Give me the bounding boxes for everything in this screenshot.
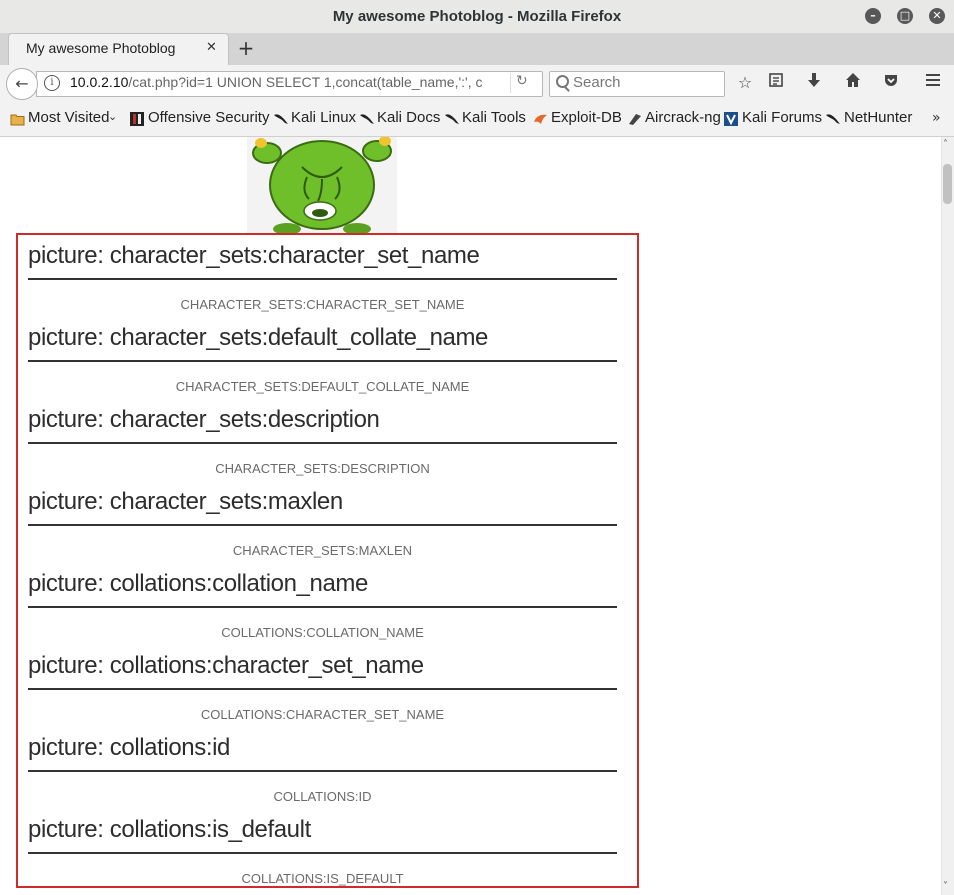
kali-forums-icon: [724, 111, 738, 126]
picture-title[interactable]: picture: character_sets:character_set_na…: [28, 240, 617, 280]
picture-caption: COLLATIONS:IS_DEFAULT: [241, 871, 404, 886]
close-window-icon[interactable]: ✕: [929, 8, 945, 24]
picture-caption: COLLATIONS:CHARACTER_SET_NAME: [200, 707, 445, 722]
bookmark-offensive-security[interactable]: Offensive Security: [148, 109, 269, 126]
bookmark-aircrack-ng[interactable]: Aircrack-ng: [645, 109, 721, 126]
kali-dragon-icon: [444, 111, 459, 125]
picture-title[interactable]: picture: collations:id: [28, 732, 617, 772]
back-icon[interactable]: ←: [6, 68, 38, 100]
pocket-icon[interactable]: [880, 72, 902, 94]
site-info-icon[interactable]: i: [44, 75, 60, 91]
picture-title[interactable]: picture: collations:character_set_name: [28, 650, 617, 690]
offsec-icon: [130, 111, 144, 126]
cthulhu-image: [247, 136, 397, 235]
window-title: My awesome Photoblog - Mozilla Firefox: [332, 8, 622, 25]
bookmark-most-visited[interactable]: Most Visited: [28, 109, 109, 126]
search-placeholder: Search: [573, 74, 621, 91]
picture-caption: CHARACTER_SETS:CHARACTER_SET_NAME: [180, 297, 465, 312]
tab-title: My awesome Photoblog: [26, 40, 176, 56]
chevron-down-icon[interactable]: ⌄: [108, 110, 117, 123]
home-icon[interactable]: [842, 72, 864, 94]
search-icon: [556, 75, 569, 88]
minimize-icon[interactable]: –: [865, 8, 881, 24]
bookmark-nethunter[interactable]: NetHunter: [844, 109, 912, 126]
kali-dragon-icon: [359, 111, 374, 125]
maximize-icon[interactable]: □: [897, 8, 913, 24]
picture-caption: COLLATIONS:COLLATION_NAME: [221, 625, 424, 640]
picture-caption: CHARACTER_SETS:DESCRIPTION: [215, 461, 430, 476]
url-separator: [510, 73, 511, 93]
picture-caption: CHARACTER_SETS:MAXLEN: [232, 543, 413, 558]
bookmark-kali-docs[interactable]: Kali Docs: [377, 109, 440, 126]
tab-close-icon[interactable]: ✕: [206, 40, 217, 55]
new-tab-icon[interactable]: +: [236, 36, 256, 60]
picture-title[interactable]: picture: character_sets:default_collate_…: [28, 322, 617, 362]
reload-icon[interactable]: ↻: [516, 73, 528, 89]
picture-title[interactable]: picture: character_sets:description: [28, 404, 617, 444]
bookmark-kali-linux[interactable]: Kali Linux: [291, 109, 356, 126]
picture-title[interactable]: picture: character_sets:maxlen: [28, 486, 617, 526]
aircrack-icon: [628, 111, 642, 125]
bookmark-kali-forums[interactable]: Kali Forums: [742, 109, 822, 126]
picture-caption: CHARACTER_SETS:DEFAULT_COLLATE_NAME: [175, 379, 470, 394]
picture-title[interactable]: picture: collations:is_default: [28, 814, 617, 854]
exploit-db-icon: [533, 111, 547, 125]
bookmark-star-icon[interactable]: ☆: [734, 72, 756, 94]
scroll-up-icon[interactable]: ˄: [943, 139, 948, 150]
vertical-scrollbar[interactable]: [941, 137, 954, 895]
bookmark-kali-tools[interactable]: Kali Tools: [462, 109, 526, 126]
picture-title[interactable]: picture: collations:collation_name: [28, 568, 617, 608]
folder-icon: [10, 111, 25, 126]
kali-dragon-icon: [825, 111, 840, 125]
overflow-chevron-icon[interactable]: »: [932, 110, 941, 126]
url-text[interactable]: 10.0.2.10/cat.php?id=1 UNION SELECT 1,co…: [70, 74, 510, 90]
url-path: /cat.php?id=1 UNION SELECT 1,concat(tabl…: [128, 74, 483, 90]
menu-icon[interactable]: [922, 72, 944, 94]
url-host: 10.0.2.10: [70, 74, 129, 90]
reading-list-icon[interactable]: [765, 72, 787, 94]
scroll-down-icon[interactable]: ˅: [943, 881, 948, 892]
scrollbar-thumb[interactable]: [943, 164, 952, 204]
kali-dragon-icon: [273, 111, 288, 125]
downloads-icon[interactable]: [803, 72, 825, 94]
bookmark-exploit-db[interactable]: Exploit-DB: [551, 109, 622, 126]
picture-caption: COLLATIONS:ID: [273, 789, 372, 804]
